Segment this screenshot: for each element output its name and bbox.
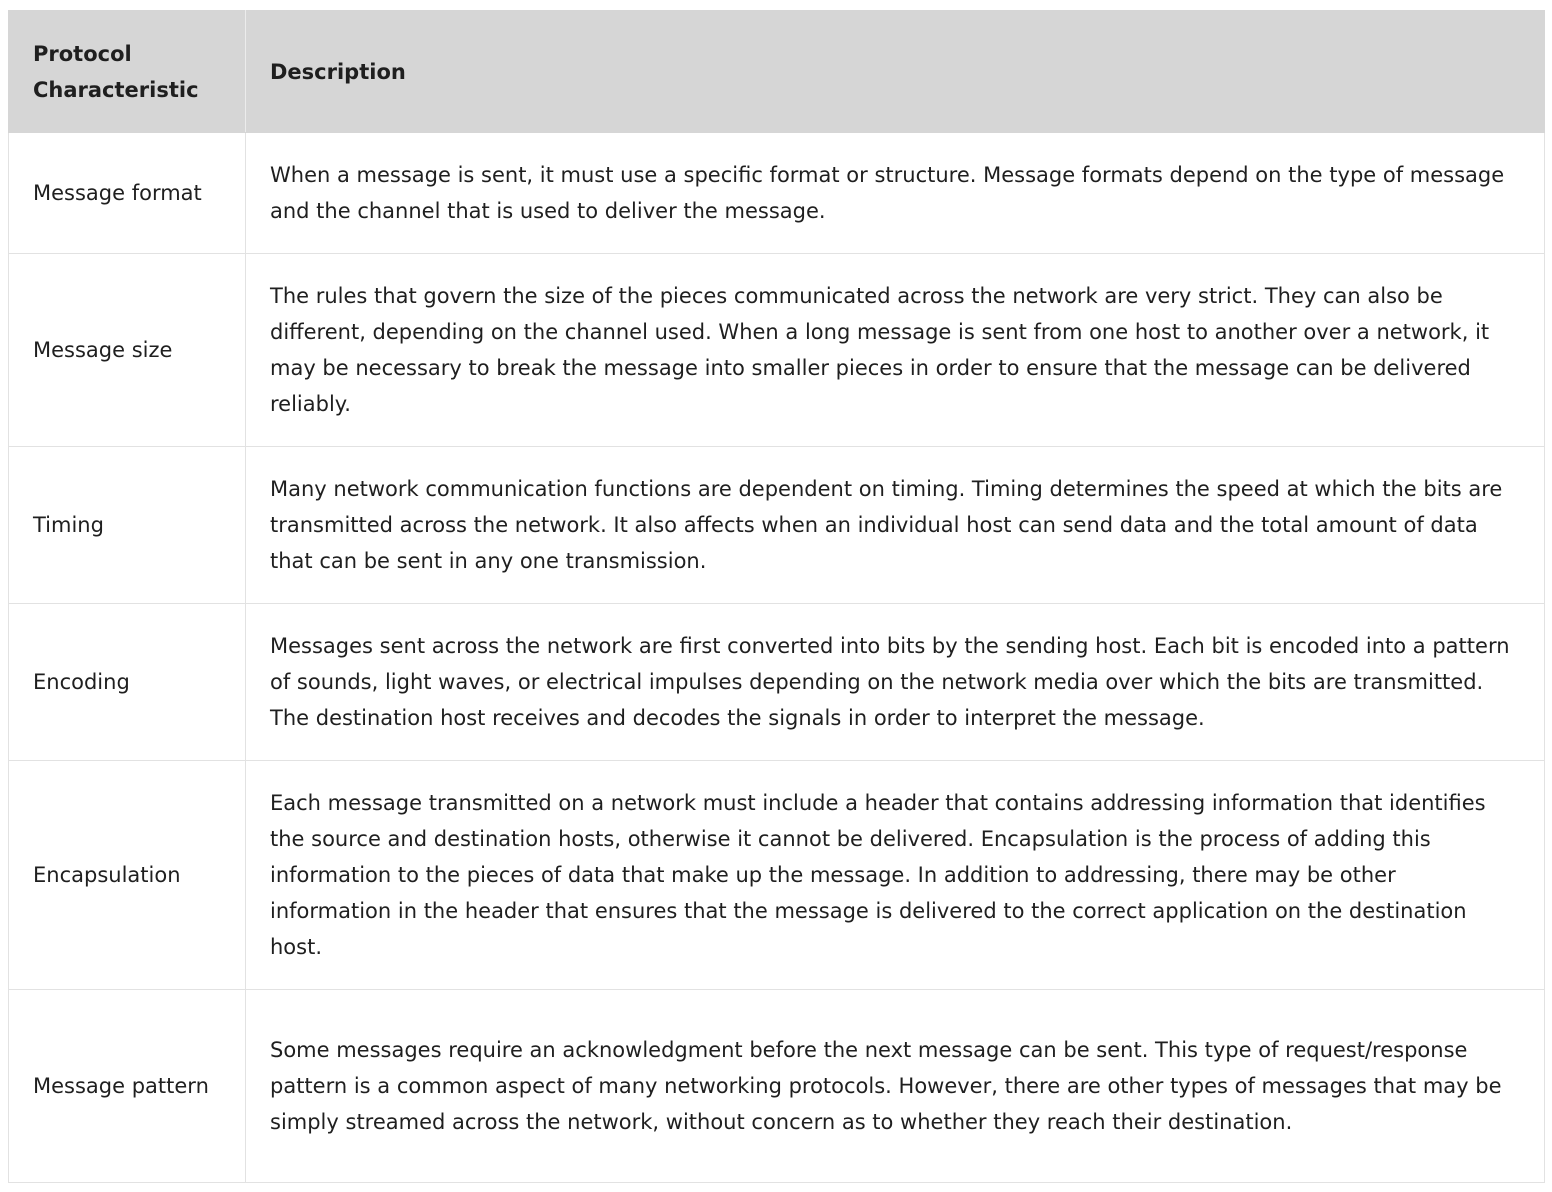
protocol-characteristics-table: Protocol Characteristic Description Mess… — [8, 10, 1545, 1183]
header-row: Protocol Characteristic Description — [8, 10, 1545, 133]
header-description: Description — [245, 10, 1545, 133]
row-characteristic: Message size — [8, 253, 246, 447]
row-description: The rules that govern the size of the pi… — [245, 253, 1545, 447]
row-description: When a message is sent, it must use a sp… — [245, 132, 1545, 254]
header-protocol-characteristic: Protocol Characteristic — [8, 10, 246, 133]
row-characteristic: Message pattern — [8, 989, 246, 1183]
table-row: Message pattern Some messages require an… — [8, 989, 1545, 1183]
row-characteristic: Timing — [8, 446, 246, 604]
protocol-table-container: Protocol Characteristic Description Mess… — [8, 10, 1545, 1183]
table-row: Encapsulation Each message transmitted o… — [8, 760, 1545, 990]
table-row: Timing Many network communication functi… — [8, 446, 1545, 604]
row-characteristic: Message format — [8, 132, 246, 254]
row-characteristic: Encapsulation — [8, 760, 246, 990]
table-row: Message size The rules that govern the s… — [8, 253, 1545, 447]
row-description: Many network communication functions are… — [245, 446, 1545, 604]
row-description: Messages sent across the network are fir… — [245, 603, 1545, 761]
table-header: Protocol Characteristic Description — [8, 10, 1545, 133]
row-description: Each message transmitted on a network mu… — [245, 760, 1545, 990]
table-row: Message format When a message is sent, i… — [8, 132, 1545, 254]
row-description: Some messages require an acknowledgment … — [245, 989, 1545, 1183]
table-body: Message format When a message is sent, i… — [8, 132, 1545, 1183]
row-characteristic: Encoding — [8, 603, 246, 761]
table-row: Encoding Messages sent across the networ… — [8, 603, 1545, 761]
